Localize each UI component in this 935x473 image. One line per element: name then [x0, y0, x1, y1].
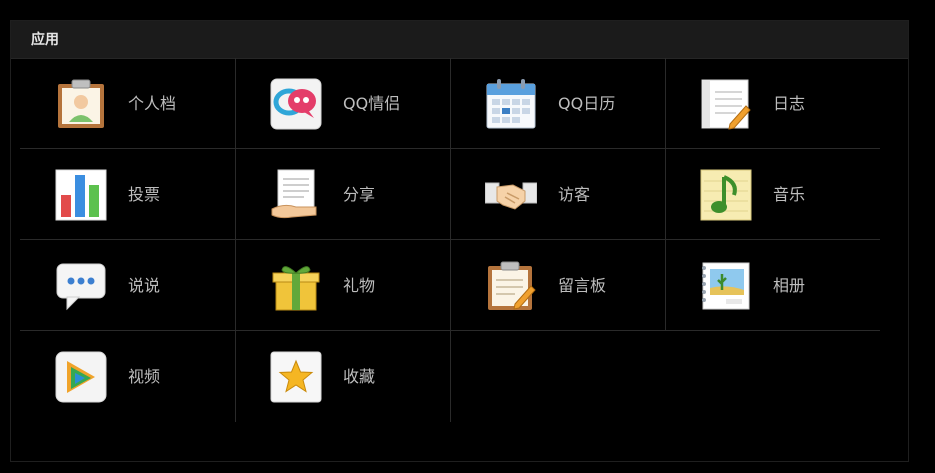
share-document-icon: [270, 169, 322, 221]
app-share[interactable]: 分享: [235, 149, 450, 240]
app-label: QQ日历: [558, 94, 616, 113]
app-label: 礼物: [343, 276, 376, 295]
app-talk[interactable]: 说说: [20, 240, 235, 331]
photo-album-icon: [700, 260, 752, 312]
panel-title: 应用: [31, 32, 59, 48]
app-qq-calendar[interactable]: QQ日历: [450, 58, 665, 149]
app-label: 分享: [343, 185, 376, 204]
gift-box-icon: [270, 260, 322, 312]
qq-lovers-icon: [270, 78, 322, 130]
app-label: 访客: [558, 185, 591, 204]
speech-bubble-icon: [55, 260, 107, 312]
app-message-board[interactable]: 留言板: [450, 240, 665, 331]
message-board-clipboard-icon: [485, 260, 537, 312]
app-album[interactable]: 相册: [665, 240, 880, 331]
video-play-icon: [55, 351, 107, 403]
apps-grid: 个人档 QQ情侣 QQ日历 日志 投票 分享 访客 音乐 说说 礼物 留言板 相…: [20, 58, 880, 422]
profile-clipboard-icon: [55, 78, 107, 130]
app-gifts[interactable]: 礼物: [235, 240, 450, 331]
favorite-star-icon: [270, 351, 322, 403]
app-label: 个人档: [128, 94, 177, 113]
app-qq-lovers[interactable]: QQ情侣: [235, 58, 450, 149]
app-label: 日志: [773, 94, 806, 113]
app-favorites[interactable]: 收藏: [235, 331, 450, 422]
bar-chart-vote-icon: [55, 169, 107, 221]
calendar-icon: [485, 78, 537, 130]
diary-notebook-icon: [700, 78, 752, 130]
music-note-icon: [700, 169, 752, 221]
app-music[interactable]: 音乐: [665, 149, 880, 240]
app-label: 收藏: [343, 367, 376, 386]
app-label: 相册: [773, 276, 806, 295]
app-label: 音乐: [773, 185, 806, 204]
app-profile[interactable]: 个人档: [20, 58, 235, 149]
app-diary[interactable]: 日志: [665, 58, 880, 149]
panel-header: 应用: [11, 21, 908, 59]
app-label: 视频: [128, 367, 161, 386]
app-label: QQ情侣: [343, 94, 401, 113]
app-label: 留言板: [558, 276, 607, 295]
app-vote[interactable]: 投票: [20, 149, 235, 240]
handshake-visitor-icon: [485, 169, 537, 221]
app-label: 投票: [128, 185, 161, 204]
app-video[interactable]: 视频: [20, 331, 235, 422]
app-visitors[interactable]: 访客: [450, 149, 665, 240]
app-label: 说说: [128, 276, 161, 295]
